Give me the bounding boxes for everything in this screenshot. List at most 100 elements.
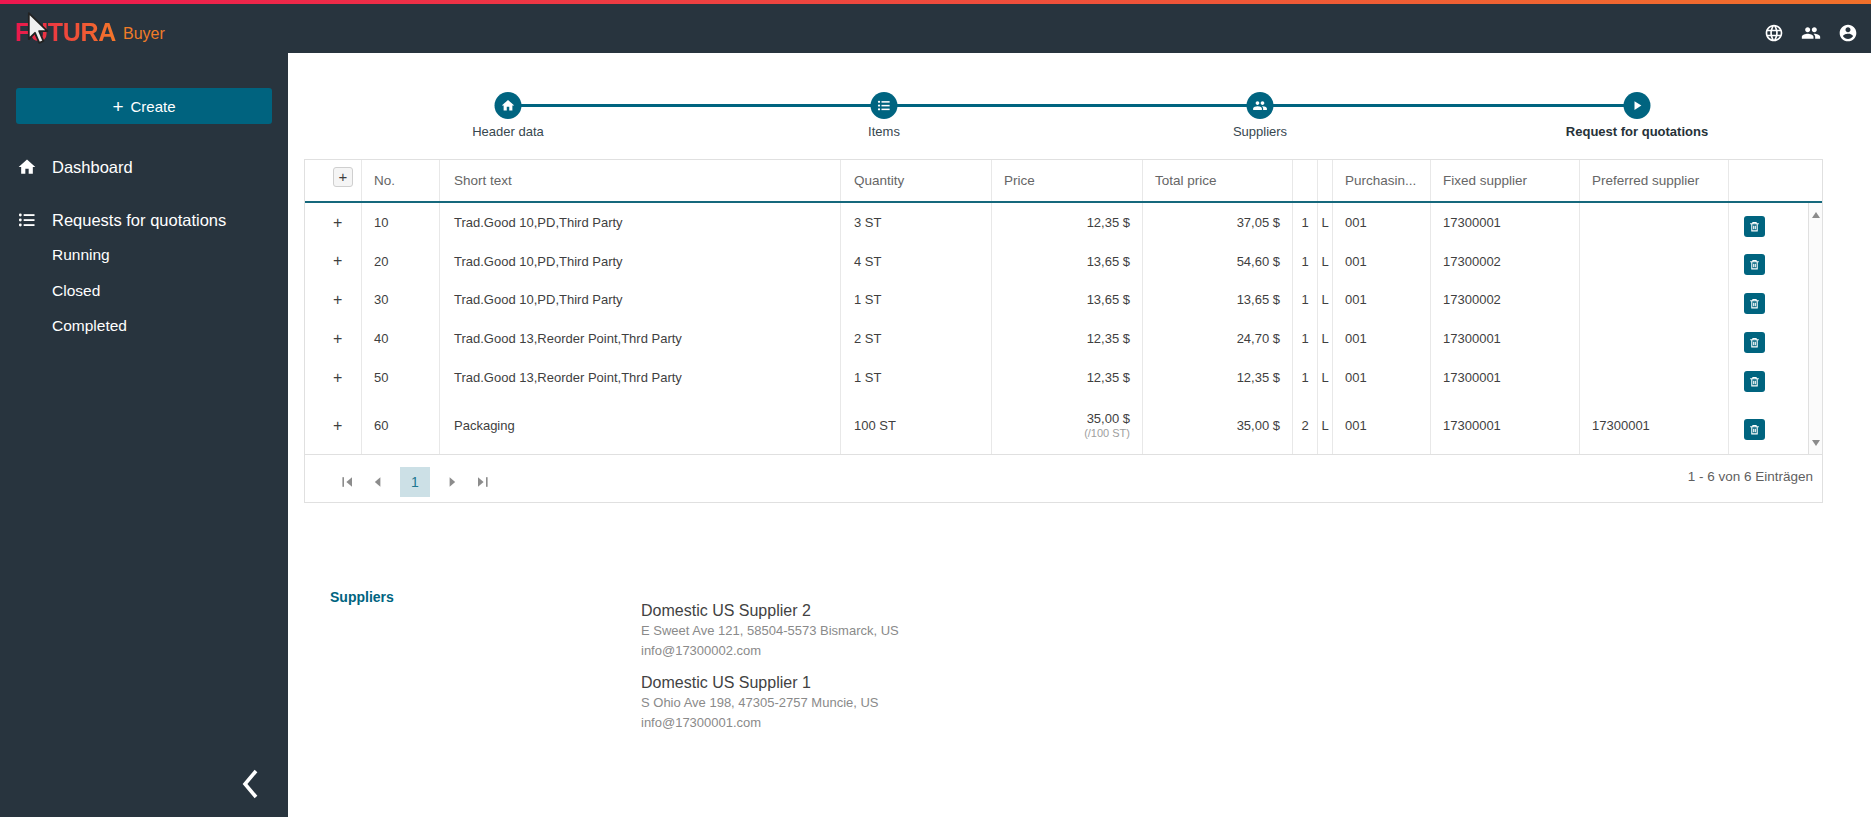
supplier-entry: Domestic US Supplier 1S Ohio Ave 198, 47… [641,673,899,733]
account-icon[interactable] [1838,23,1858,43]
cell-short-text: Trad.Good 13,Reorder Point,Thrd Party [440,358,841,397]
create-button[interactable]: + Create [16,88,272,124]
home-icon [501,98,516,113]
cell-fixed-supplier: 17300001 [1431,358,1580,397]
first-page-icon[interactable] [340,474,356,490]
supplier-entry: Domestic US Supplier 2E Sweet Ave 121, 5… [641,601,899,661]
cell-total-price: 24,70 $ [1143,319,1293,358]
cell-short-text: Trad.Good 13,Reorder Point,Thrd Party [440,319,841,358]
cell-preferred-supplier [1580,280,1729,319]
sidebar-item-closed[interactable]: Closed [52,282,100,300]
cell-fixed-supplier: 17300001 [1431,319,1580,358]
expand-row-icon[interactable]: + [333,369,342,387]
previous-page-icon[interactable] [370,474,386,490]
sidebar-item-requests[interactable]: Requests for quotations [0,200,288,240]
cell-n2: L [1318,358,1333,397]
language-icon[interactable] [1764,23,1784,43]
expand-row-icon[interactable]: + [333,330,342,348]
expand-all-button[interactable]: + [333,167,353,187]
cell-no: 60 [362,397,440,454]
cell-quantity: 3 ST [841,203,992,242]
next-page-icon[interactable] [444,474,460,490]
trash-icon [1748,297,1761,310]
cell-purchasing: 001 [1333,319,1431,358]
cell-preferred-supplier [1580,242,1729,280]
step-request-for-quotations[interactable]: Request for quotations [1624,92,1651,119]
cell-total-price: 35,00 $ [1143,397,1293,454]
supplier-email: info@17300001.com [641,713,899,733]
cell-quantity: 1 ST [841,280,992,319]
step-items[interactable]: Items [871,92,898,119]
col-header-quantity[interactable]: Quantity [841,160,992,201]
home-icon [17,157,37,177]
expand-row-icon[interactable]: + [333,291,342,309]
cell-preferred-supplier [1580,358,1729,397]
cell-n2: L [1318,203,1333,242]
cell-purchasing: 001 [1333,358,1431,397]
logo-product: Buyer [123,26,165,42]
sidebar-item-dashboard[interactable]: Dashboard [0,147,288,187]
delete-row-button[interactable] [1744,419,1765,440]
cell-no: 50 [362,358,440,397]
expand-row-icon[interactable]: + [333,417,342,435]
cell-n2: L [1318,242,1333,280]
delete-row-button[interactable] [1744,216,1765,237]
cell-short-text: Trad.Good 10,PD,Third Party [440,280,841,319]
page-number-current[interactable]: 1 [400,467,430,497]
table-scrollbar[interactable] [1808,203,1822,454]
cell-fixed-supplier: 17300001 [1431,203,1580,242]
delete-row-button[interactable] [1744,254,1765,275]
users-icon[interactable] [1801,23,1821,43]
expand-row-icon[interactable]: + [333,214,342,232]
cell-total-price: 12,35 $ [1143,358,1293,397]
col-header-total-price[interactable]: Total price [1143,160,1293,201]
delete-row-button[interactable] [1744,371,1765,392]
col-header-price[interactable]: Price [992,160,1143,201]
col-header-purchasing[interactable]: Purchasin... [1333,160,1431,201]
sidebar-item-completed[interactable]: Completed [52,317,127,335]
cell-no: 10 [362,203,440,242]
step-header-data[interactable]: Header data [495,92,522,119]
supplier-address: S Ohio Ave 198, 47305-2757 Muncie, US [641,693,899,713]
scroll-up-icon[interactable] [1811,210,1821,220]
cell-purchasing: 001 [1333,203,1431,242]
table-header-row: + No. Short text Quantity Price Total pr… [305,160,1822,203]
step-label: Suppliers [1233,124,1287,139]
col-header-n1 [1293,160,1318,201]
col-header-no[interactable]: No. [362,160,440,201]
col-header-short-text[interactable]: Short text [440,160,841,201]
cell-n1: 1 [1293,280,1318,319]
step-suppliers[interactable]: Suppliers [1247,92,1274,119]
cell-price: 13,65 $ [1087,292,1130,307]
collapse-sidebar-icon[interactable] [238,767,264,801]
plus-icon: + [112,97,123,116]
cell-purchasing: 001 [1333,397,1431,454]
stepper-connector [508,104,1637,107]
suppliers-section-title[interactable]: Suppliers [330,589,394,605]
cell-purchasing: 001 [1333,242,1431,280]
cell-total-price: 54,60 $ [1143,242,1293,280]
list-icon [877,98,892,113]
col-header-fixed-supplier[interactable]: Fixed supplier [1431,160,1580,201]
table-row: +20Trad.Good 10,PD,Third Party4 ST13,65 … [305,242,1822,280]
cell-fixed-supplier: 17300001 [1431,397,1580,454]
delete-row-button[interactable] [1744,293,1765,314]
last-page-icon[interactable] [474,474,490,490]
delete-row-button[interactable] [1744,332,1765,353]
cell-no: 30 [362,280,440,319]
cell-price-unit: (/100 ST) [1084,426,1130,441]
cell-n1: 1 [1293,358,1318,397]
expand-row-icon[interactable]: + [333,252,342,270]
cell-price: 35,00 $ [1087,411,1130,426]
supplier-email: info@17300002.com [641,641,899,661]
pagination-info: 1 - 6 von 6 Einträgen [1688,469,1813,484]
scroll-down-icon[interactable] [1811,438,1821,448]
cell-price: 13,65 $ [1087,254,1130,269]
sidebar-item-running[interactable]: Running [52,246,110,264]
cell-quantity: 100 ST [841,397,992,454]
step-label: Request for quotations [1566,124,1708,139]
col-header-preferred-supplier[interactable]: Preferred supplier [1580,160,1729,201]
supplier-name: Domestic US Supplier 2 [641,601,899,621]
cell-price: 12,35 $ [1087,215,1130,230]
cell-n1: 1 [1293,319,1318,358]
